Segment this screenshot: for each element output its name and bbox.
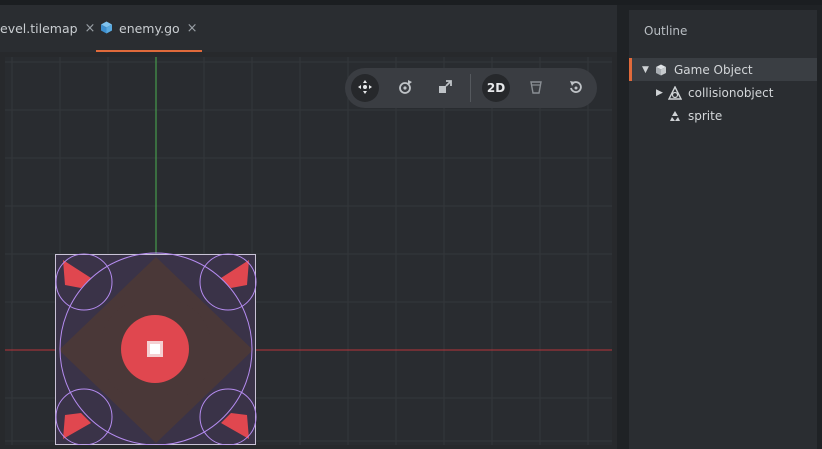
scale-tool[interactable] bbox=[431, 74, 459, 102]
outline-item-sprite[interactable]: sprite bbox=[629, 104, 817, 127]
scene-toolbar: 2D bbox=[345, 68, 597, 108]
close-icon[interactable]: × bbox=[187, 21, 198, 36]
sprite-icon bbox=[668, 109, 682, 123]
outline-item-label: sprite bbox=[688, 108, 723, 123]
outline-item-collisionobject[interactable]: ▶ collisionobject bbox=[629, 81, 817, 104]
rotate-icon bbox=[397, 79, 413, 98]
move-icon bbox=[357, 79, 373, 98]
move-tool[interactable] bbox=[351, 74, 379, 102]
outline-item-game-object[interactable]: ▼ Game Object bbox=[629, 58, 817, 81]
2d-mode-toggle[interactable]: 2D bbox=[482, 74, 510, 102]
chevron-right-icon[interactable]: ▶ bbox=[656, 88, 666, 98]
outline-panel: Outline ▼ Game Object ▶ collisionobject … bbox=[629, 10, 817, 449]
cube-icon bbox=[100, 21, 113, 37]
outline-item-label: Game Object bbox=[674, 62, 753, 77]
outline-title: Outline bbox=[644, 24, 688, 38]
scene-viewport[interactable] bbox=[5, 57, 612, 445]
camera-reset[interactable] bbox=[562, 74, 590, 102]
active-tab-indicator bbox=[96, 50, 202, 52]
outline-item-label: collisionobject bbox=[688, 85, 774, 100]
scene-editor: evel.tilemap × enemy.go × 2D bbox=[0, 5, 617, 449]
chevron-down-icon[interactable]: ▼ bbox=[642, 65, 652, 75]
cube-icon bbox=[654, 63, 668, 77]
collision-icon bbox=[668, 85, 682, 100]
tab-label: enemy.go bbox=[119, 21, 180, 36]
rotate-tool[interactable] bbox=[391, 74, 419, 102]
refresh-icon bbox=[568, 79, 584, 98]
tab-label: evel.tilemap bbox=[0, 21, 78, 36]
visibility-filter[interactable] bbox=[522, 74, 550, 102]
scale-icon bbox=[437, 79, 453, 98]
tab-enemy-go[interactable]: enemy.go × bbox=[96, 5, 202, 52]
scene-canvas bbox=[5, 57, 612, 445]
filter-icon bbox=[528, 79, 544, 98]
tab-bar: evel.tilemap × enemy.go × bbox=[0, 5, 617, 52]
selection-indicator bbox=[629, 58, 632, 81]
close-icon[interactable]: × bbox=[85, 21, 96, 36]
toolbar-separator bbox=[470, 74, 471, 102]
tab-level-tilemap[interactable]: evel.tilemap × bbox=[0, 5, 95, 52]
